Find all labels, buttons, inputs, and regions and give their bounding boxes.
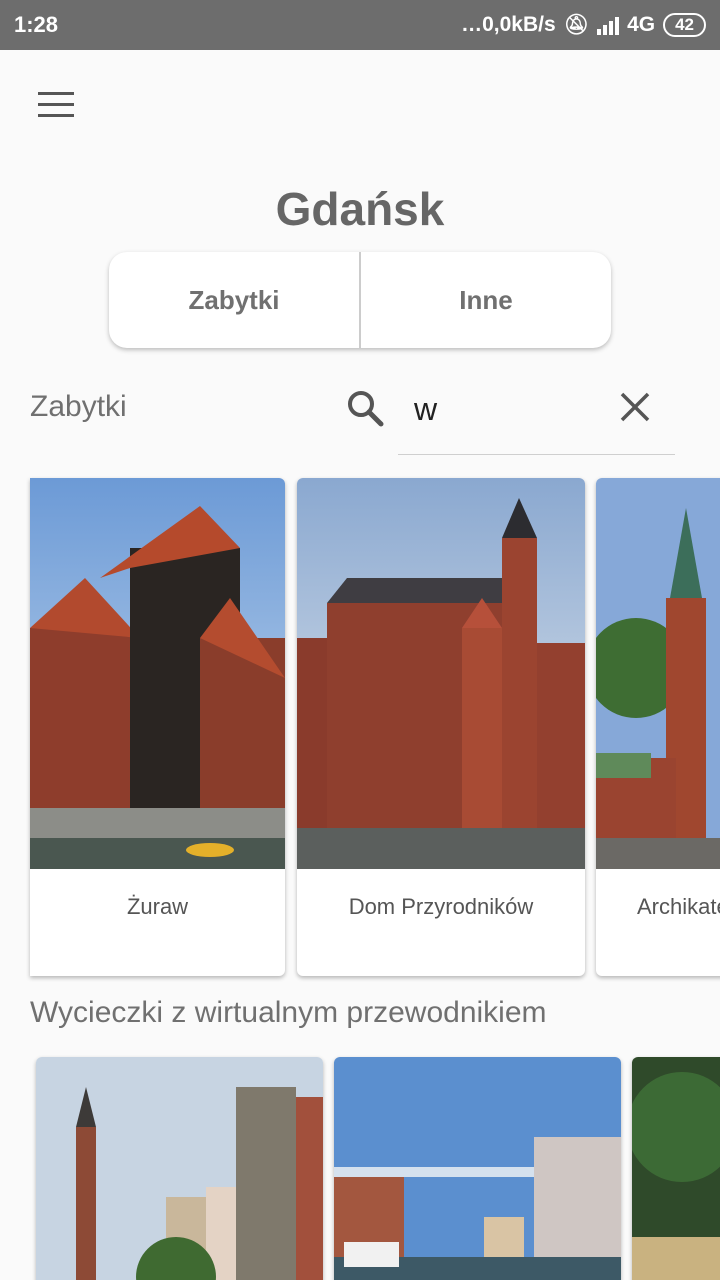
monument-photo [297,478,585,869]
monument-photo [596,478,720,869]
tours-section-title: Wycieczki z wirtualnym przewodnikiem [30,996,547,1029]
close-icon[interactable] [618,390,652,424]
tab-inne[interactable]: Inne [361,252,611,348]
network-type: 4G [627,12,656,36]
section-label: Zabytki [30,390,127,423]
search-input[interactable] [398,384,608,434]
tour-card[interactable] [334,1057,621,1280]
status-bar: 1:28 …0,0kB/s 🔕︎ 4G 42 [0,0,720,50]
monument-card-archikatedra[interactable]: Archikatedra [596,478,720,976]
tour-photo [334,1057,621,1280]
search-underline [398,454,675,455]
mute-icon: 🔕︎ [563,14,590,36]
battery-icon: 42 [663,12,706,37]
monument-card-dom-przyrodnikow[interactable]: Dom Przyrodników [297,478,585,976]
network-speed: …0,0kB/s [461,12,556,36]
signal-icon [597,15,620,35]
page-title: Gdańsk [275,183,445,235]
menu-icon[interactable] [36,90,76,120]
monument-photo [30,478,285,869]
tour-card[interactable] [36,1057,323,1280]
tab-zabytki[interactable]: Zabytki [109,252,359,348]
tour-photo [36,1057,323,1280]
monument-name: Archikatedra [637,894,720,919]
monument-name: Żuraw [126,894,189,919]
status-time: 1:28 [14,12,59,37]
search-icon[interactable] [345,388,385,428]
tour-photo [632,1057,720,1280]
monument-name: Dom Przyrodników [348,894,534,919]
category-tabs: Zabytki Inne [109,252,611,348]
tour-card[interactable] [632,1057,720,1280]
status-indicators: …0,0kB/s 🔕︎ 4G 42 [461,12,706,37]
monument-card-zuraw[interactable]: Żuraw [30,478,285,976]
